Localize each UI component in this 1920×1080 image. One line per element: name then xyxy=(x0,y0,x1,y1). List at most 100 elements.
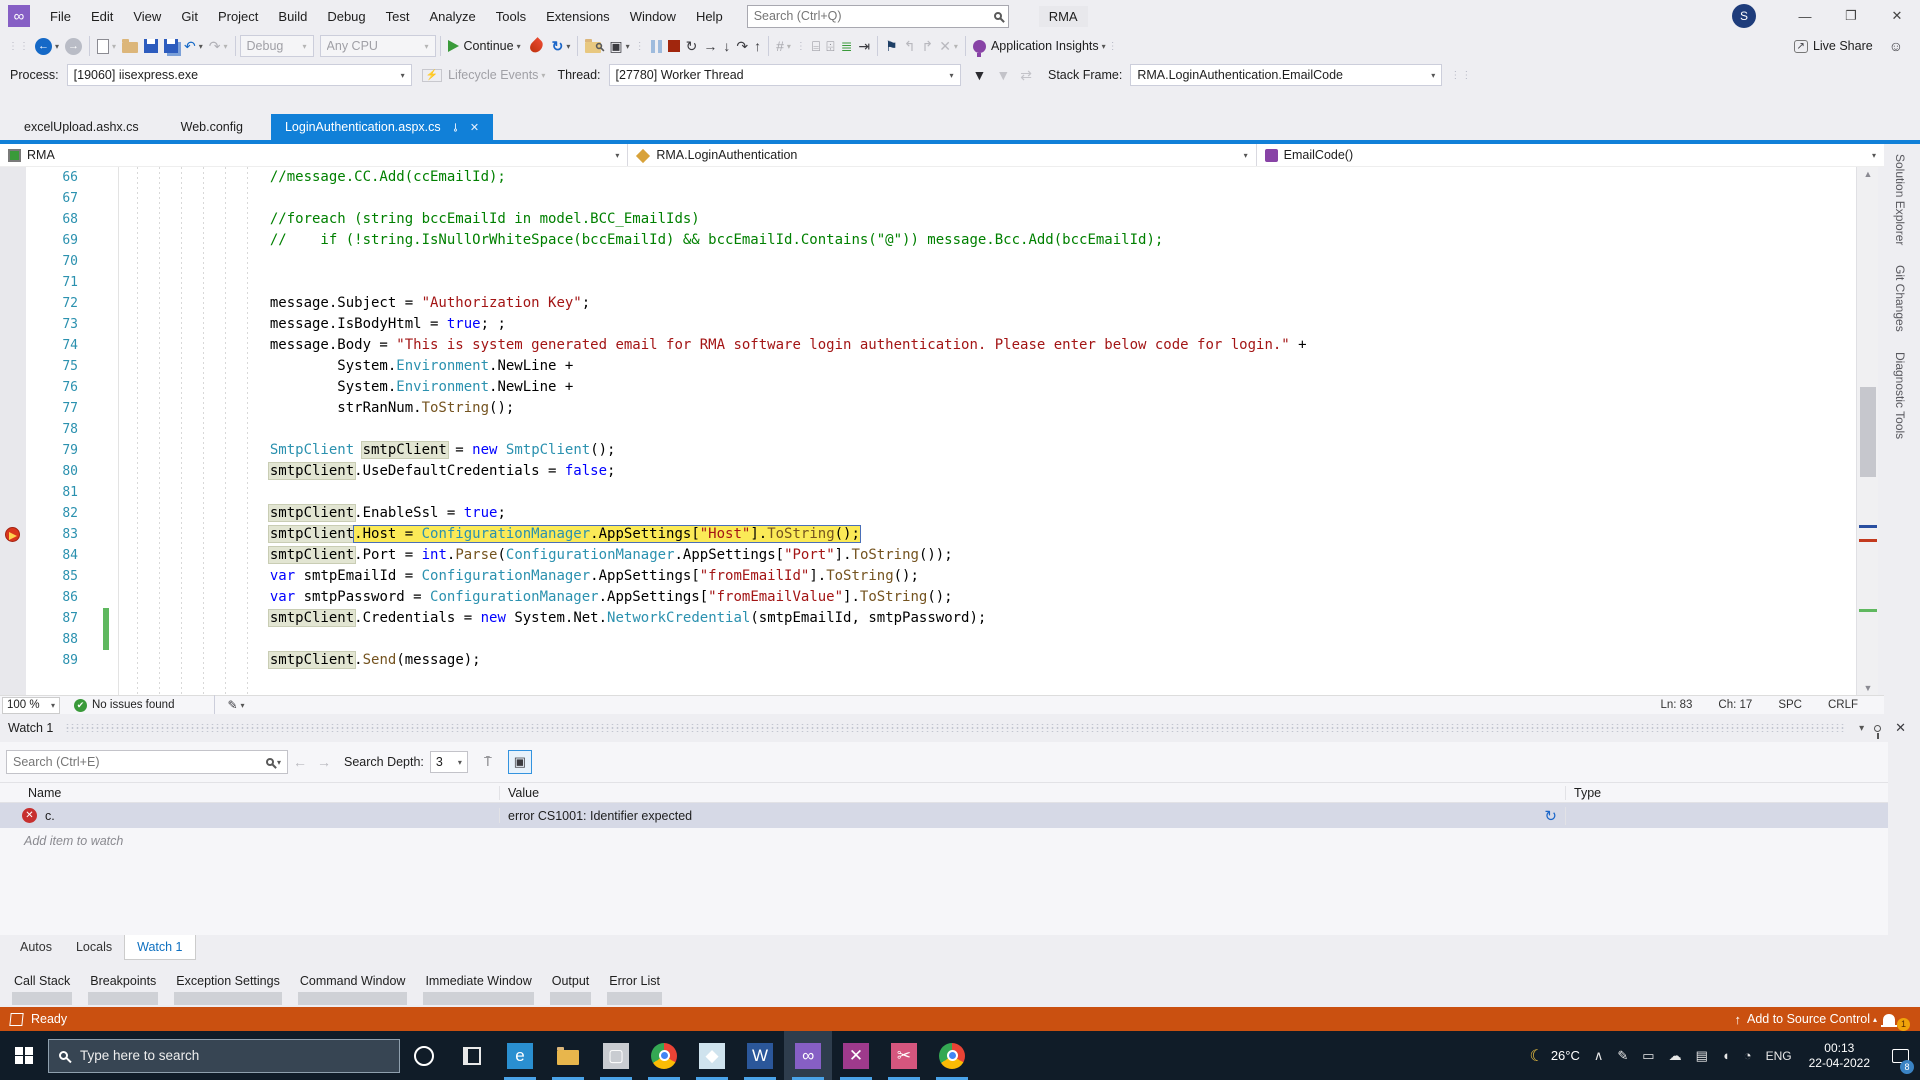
code-line-80[interactable]: 80 smtpClient.UseDefaultCredentials = fa… xyxy=(0,461,1856,482)
code-line-83[interactable]: 83 smtpClient.Host = ConfigurationManage… xyxy=(0,524,1856,545)
tool-tab-command-window[interactable]: Command Window xyxy=(292,968,414,1007)
platform-dropdown[interactable]: Any CPU ▾ xyxy=(319,35,436,57)
app-icon-light[interactable]: ◆ xyxy=(688,1031,736,1080)
process-dropdown[interactable]: [19060] iisexpress.exe ▾ xyxy=(66,64,412,86)
bookmark-button[interactable]: ⚑ xyxy=(882,34,901,58)
action-center-button[interactable]: 8 xyxy=(1880,1031,1920,1080)
watch-name[interactable]: c. xyxy=(45,809,55,823)
editor-vertical-scrollbar[interactable]: ▲ ▼ xyxy=(1856,167,1878,695)
step-into-button[interactable]: ↓ xyxy=(720,34,733,58)
lifecycle-events-button[interactable]: ⚡ Lifecycle Events ▾ xyxy=(421,68,545,82)
search-depth-dropdown[interactable]: 3 ▾ xyxy=(429,751,468,773)
save-all-button[interactable] xyxy=(161,34,181,58)
thread-dropdown[interactable]: [27780] Worker Thread ▾ xyxy=(608,64,961,86)
code-editor[interactable]: 66 //message.CC.Add(ccEmailId); 67 68 //fo… xyxy=(0,167,1856,695)
battery-icon[interactable]: ▭ xyxy=(1642,1048,1654,1064)
hot-reload-button[interactable] xyxy=(524,34,549,58)
tool-tab-exception-settings[interactable]: Exception Settings xyxy=(168,968,288,1007)
app-icon-file-explorer[interactable] xyxy=(544,1031,592,1080)
code-line-67[interactable]: 67 xyxy=(0,188,1856,209)
menu-file[interactable]: File xyxy=(40,0,81,32)
code-line-73[interactable]: 73 message.IsBodyHtml = true; ; xyxy=(0,314,1856,335)
search-forward-icon[interactable]: → xyxy=(317,754,331,770)
panel-tab-locals[interactable]: Locals xyxy=(64,935,124,959)
code-line-66[interactable]: 66 //message.CC.Add(ccEmailId); xyxy=(0,167,1856,188)
clock[interactable]: 00:13 22-04-2022 xyxy=(1809,1041,1870,1071)
type-dropdown[interactable]: RMA.LoginAuthentication ▾ xyxy=(628,144,1257,166)
menu-test[interactable]: Test xyxy=(376,0,420,32)
memory-window-button[interactable]: ⌹ xyxy=(823,34,837,58)
display-icon[interactable]: ▤ xyxy=(1696,1048,1708,1064)
refresh-icon[interactable]: ↻ xyxy=(1544,807,1557,825)
tool-tab-error-list[interactable]: Error List xyxy=(601,968,668,1007)
clear-bookmarks-button[interactable]: ✕ ▾ xyxy=(936,34,961,58)
restore-button[interactable]: ❐ xyxy=(1828,1,1874,31)
watch-row[interactable]: ✕ c. error CS1001: Identifier expected ↻ xyxy=(0,803,1888,828)
code-line-71[interactable]: 71 xyxy=(0,272,1856,293)
pin-icon[interactable] xyxy=(1874,724,1882,739)
show-threads-button[interactable]: ≣ xyxy=(838,34,856,58)
pause-button[interactable] xyxy=(648,34,665,58)
code-line-74[interactable]: 74 message.Body = "This is system genera… xyxy=(0,335,1856,356)
pen-icon[interactable]: ✎ xyxy=(1617,1048,1628,1064)
close-button[interactable]: ✕ xyxy=(1874,1,1920,31)
stack-frame-dropdown[interactable]: RMA.LoginAuthentication.EmailCode ▾ xyxy=(1130,64,1443,86)
prev-bookmark-button[interactable]: ↰ xyxy=(901,34,919,58)
column-type[interactable]: Type xyxy=(1566,786,1888,800)
window-position-icon[interactable]: ▾ xyxy=(1859,723,1864,734)
watch-search-input[interactable]: Search (Ctrl+E) ▾ xyxy=(6,750,288,774)
menu-project[interactable]: Project xyxy=(208,0,268,32)
menu-extensions[interactable]: Extensions xyxy=(536,0,620,32)
add-to-source-control-button[interactable]: Add to Source Control xyxy=(1747,1012,1870,1026)
app-icon-edge[interactable]: e xyxy=(496,1031,544,1080)
tab-excelUpload.ashx.cs[interactable]: excelUpload.ashx.cs xyxy=(10,114,153,140)
watch-text-view-button[interactable]: ▣ xyxy=(507,750,532,774)
code-line-76[interactable]: 76 System.Environment.NewLine + xyxy=(0,377,1856,398)
app-icon-chrome-2[interactable] xyxy=(928,1031,976,1080)
close-tab-icon[interactable]: ✕ xyxy=(470,121,479,134)
close-panel-icon[interactable]: ✕ xyxy=(1895,720,1906,736)
code-line-69[interactable]: 69 // if (!string.IsNullOrWhiteSpace(bcc… xyxy=(0,230,1856,251)
watch-panel-titlebar[interactable]: Watch 1 ▾ ✕ xyxy=(0,714,1920,742)
tool-tab-breakpoints[interactable]: Breakpoints xyxy=(82,968,164,1007)
pin-tab-icon[interactable]: ⊸ xyxy=(449,122,462,131)
code-line-87[interactable]: 87 smtpClient.Credentials = new System.N… xyxy=(0,608,1856,629)
code-line-79[interactable]: 79 SmtpClient smtpClient = new SmtpClien… xyxy=(0,440,1856,461)
start-button[interactable] xyxy=(0,1031,48,1080)
new-file-button[interactable]: ▾ xyxy=(94,34,119,58)
code-line-84[interactable]: 84 smtpClient.Port = int.Parse(Configura… xyxy=(0,545,1856,566)
navigate-forward-button[interactable]: → xyxy=(62,34,85,58)
watch-grid-header[interactable]: Name Value Type xyxy=(0,782,1888,803)
issues-status[interactable]: No issues found xyxy=(92,699,174,711)
side-tab-solution-explorer[interactable]: Solution Explorer xyxy=(1884,144,1916,255)
indent-button[interactable]: ⇥ xyxy=(855,34,873,58)
task-view-button[interactable] xyxy=(448,1031,496,1080)
code-line-70[interactable]: 70 xyxy=(0,251,1856,272)
code-line-88[interactable]: 88 xyxy=(0,629,1856,650)
stop-button[interactable] xyxy=(665,34,683,58)
app-icon-purple[interactable]: ✕ xyxy=(832,1031,880,1080)
next-bookmark-button[interactable]: ↱ xyxy=(918,34,936,58)
zoom-dropdown[interactable]: 100 % ▾ xyxy=(2,696,60,714)
open-file-button[interactable] xyxy=(119,34,141,58)
cortana-button[interactable] xyxy=(400,1031,448,1080)
menu-edit[interactable]: Edit xyxy=(81,0,123,32)
show-hidden-icons-chevron[interactable]: ∧ xyxy=(1594,1048,1604,1064)
weather-icon[interactable]: ☾ xyxy=(1529,1046,1543,1066)
menu-analyze[interactable]: Analyze xyxy=(419,0,485,32)
language-indicator[interactable]: ENG xyxy=(1766,1049,1792,1063)
tool-tab-call-stack[interactable]: Call Stack xyxy=(6,968,78,1007)
panel-tab-watch-1[interactable]: Watch 1 xyxy=(124,935,196,960)
menu-view[interactable]: View xyxy=(123,0,171,32)
breakpoint-icon[interactable] xyxy=(5,527,20,542)
panel-tab-autos[interactable]: Autos xyxy=(8,935,64,959)
menu-debug[interactable]: Debug xyxy=(317,0,375,32)
solution-config-dropdown[interactable]: Debug ▾ xyxy=(239,35,314,57)
menu-build[interactable]: Build xyxy=(268,0,317,32)
scroll-down-icon[interactable]: ▼ xyxy=(1857,683,1879,693)
navigate-back-button[interactable]: ← ▾ xyxy=(32,34,62,58)
undo-button[interactable]: ↶ ▾ xyxy=(181,34,206,58)
search-back-icon[interactable]: ← xyxy=(293,754,307,770)
background-tasks-icon[interactable] xyxy=(9,1012,24,1026)
code-line-68[interactable]: 68 //foreach (string bccEmailId in model… xyxy=(0,209,1856,230)
